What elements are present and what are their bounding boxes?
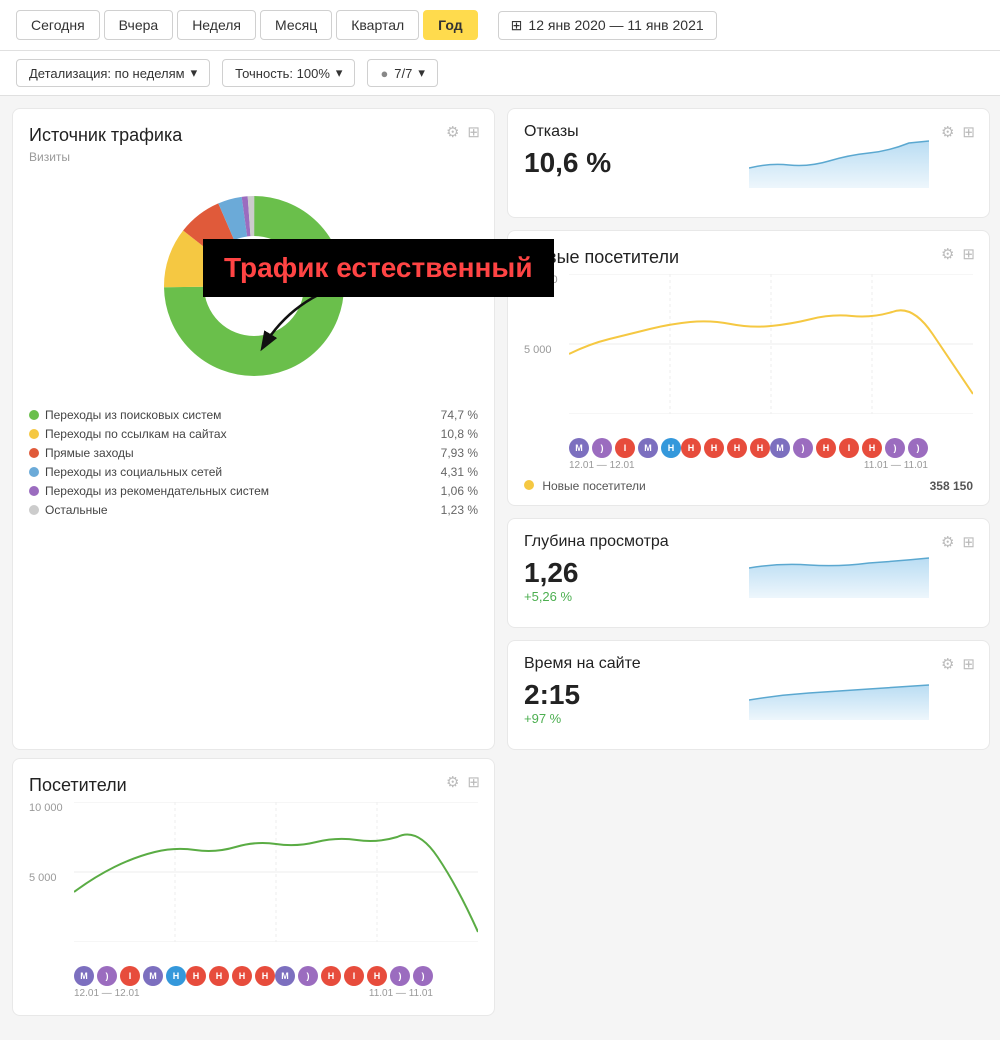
- time-card: ⚙ ⊞ Время на сайте 2:15 +97 %: [507, 640, 990, 750]
- tab-year[interactable]: Год: [423, 10, 478, 40]
- marker-i2: I: [839, 438, 859, 458]
- marker-h6: Н: [862, 438, 882, 458]
- nv-y-mid: 5 000: [524, 344, 552, 356]
- time-mini-chart: [749, 655, 929, 720]
- nv-markers-right: М ) Н I Н ) ): [770, 438, 928, 458]
- traffic-card-title: Источник трафика: [29, 125, 478, 146]
- nv-chart-legend: Новые посетители 358 150: [524, 479, 973, 493]
- visitors-title: Посетители: [29, 775, 478, 796]
- visitors-settings-icon[interactable]: ⚙: [446, 773, 459, 791]
- nv-settings-icon[interactable]: ⚙: [941, 245, 954, 263]
- tab-yesterday[interactable]: Вчера: [104, 10, 174, 40]
- visitors-grid-icon[interactable]: ⊞: [467, 773, 480, 791]
- tab-today[interactable]: Сегодня: [16, 10, 100, 40]
- traffic-card-subtitle: Визиты: [29, 150, 478, 164]
- grid-icon[interactable]: ⊞: [467, 123, 480, 141]
- bounce-mini-chart: [749, 123, 929, 188]
- depth-grid-icon[interactable]: ⊞: [962, 533, 975, 551]
- settings-icon[interactable]: ⚙: [446, 123, 459, 141]
- v-markers-mid: Н Н Н Н: [186, 966, 275, 986]
- new-visitors-title: Новые посетители: [524, 247, 973, 268]
- annotation-text: Трафик естественный: [224, 252, 533, 283]
- marker-m3: М: [770, 438, 790, 458]
- tab-month[interactable]: Месяц: [260, 10, 332, 40]
- marker-i: I: [615, 438, 635, 458]
- depth-card: ⚙ ⊞ Глубина просмотра 1,26 +5,26 %: [507, 518, 990, 628]
- marker-h4: Н: [750, 438, 770, 458]
- marker-h1: Н: [681, 438, 701, 458]
- traffic-legend: Переходы из поисковых систем 74,7 % Пере…: [29, 408, 478, 517]
- marker-purple: ): [592, 438, 612, 458]
- nv-markers-mid: Н Н Н Н: [681, 438, 770, 458]
- accuracy-dropdown[interactable]: Точность: 100% ▾: [222, 59, 355, 87]
- depth-mini-chart: [749, 533, 929, 598]
- detail-dropdown[interactable]: Детализация: по неделям ▾: [16, 59, 210, 87]
- annotation-box: Трафик естественный: [203, 239, 554, 297]
- chevron-down-icon: ▾: [191, 65, 198, 81]
- chevron-down-icon: ▾: [418, 65, 425, 81]
- v-x-labels: 12.01 — 12.01 11.01 — 11.01: [29, 986, 478, 999]
- right-column: ⚙ ⊞ Отказы 10,6 % ⚙ ⊞: [507, 108, 990, 750]
- marker-p3: ): [885, 438, 905, 458]
- visitors-card-icons: ⚙ ⊞: [446, 773, 480, 791]
- second-bar: Детализация: по неделям ▾ Точность: 100%…: [0, 51, 1000, 96]
- marker-h5: Н: [816, 438, 836, 458]
- nv-line-chart: [569, 274, 973, 414]
- visitors-line-chart: [74, 802, 478, 942]
- v-markers-left: М ) I М Н: [74, 966, 186, 986]
- v-y-mid: 5 000: [29, 872, 57, 884]
- tab-quarter[interactable]: Квартал: [336, 10, 419, 40]
- new-visitors-card: ⚙ ⊞ Новые посетители 10 000 5 000: [507, 230, 990, 506]
- traffic-source-card: ⚙ ⊞ Источник трафика Визиты Трафик естес…: [12, 108, 495, 750]
- new-visitors-icons: ⚙ ⊞: [941, 245, 975, 263]
- marker-h2: Н: [704, 438, 724, 458]
- segments-icon: ●: [380, 66, 388, 81]
- nv-legend-dot: [524, 480, 534, 490]
- nv-grid-icon[interactable]: ⊞: [962, 245, 975, 263]
- card-icons: ⚙ ⊞: [446, 123, 480, 141]
- marker-p4: ): [908, 438, 928, 458]
- time-settings-icon[interactable]: ⚙: [941, 655, 954, 673]
- main-content: ⚙ ⊞ Источник трафика Визиты Трафик естес…: [0, 96, 1000, 1028]
- segments-dropdown[interactable]: ● 7/7 ▾: [367, 59, 437, 87]
- marker-m2: М: [638, 438, 658, 458]
- bounce-grid-icon[interactable]: ⊞: [962, 123, 975, 141]
- top-bar: Сегодня Вчера Неделя Месяц Квартал Год ⊞…: [0, 0, 1000, 51]
- calendar-icon: ⊞: [511, 17, 523, 34]
- marker-n: Н: [661, 438, 681, 458]
- v-markers-right: М ) Н I Н ) ): [275, 966, 433, 986]
- nv-x-labels: 12.01 — 12.01 11.01 — 11.01: [524, 458, 973, 471]
- bounce-card-icons: ⚙ ⊞: [941, 123, 975, 141]
- marker-p2: ): [793, 438, 813, 458]
- bounce-settings-icon[interactable]: ⚙: [941, 123, 954, 141]
- time-grid-icon[interactable]: ⊞: [962, 655, 975, 673]
- date-range[interactable]: ⊞ 12 янв 2020 — 11 янв 2021: [498, 11, 717, 40]
- depth-card-icons: ⚙ ⊞: [941, 533, 975, 551]
- date-range-text: 12 янв 2020 — 11 янв 2021: [528, 17, 703, 33]
- visitors-card: ⚙ ⊞ Посетители 10 000 5 000 М ) I: [12, 758, 495, 1016]
- tab-week[interactable]: Неделя: [177, 10, 256, 40]
- nv-markers-left: М ) I М Н: [569, 438, 681, 458]
- v-y-top: 10 000: [29, 802, 63, 814]
- time-card-icons: ⚙ ⊞: [941, 655, 975, 673]
- depth-settings-icon[interactable]: ⚙: [941, 533, 954, 551]
- marker-m: М: [569, 438, 589, 458]
- bounce-card: ⚙ ⊞ Отказы 10,6 %: [507, 108, 990, 218]
- marker-h3: Н: [727, 438, 747, 458]
- chevron-down-icon: ▾: [336, 65, 343, 81]
